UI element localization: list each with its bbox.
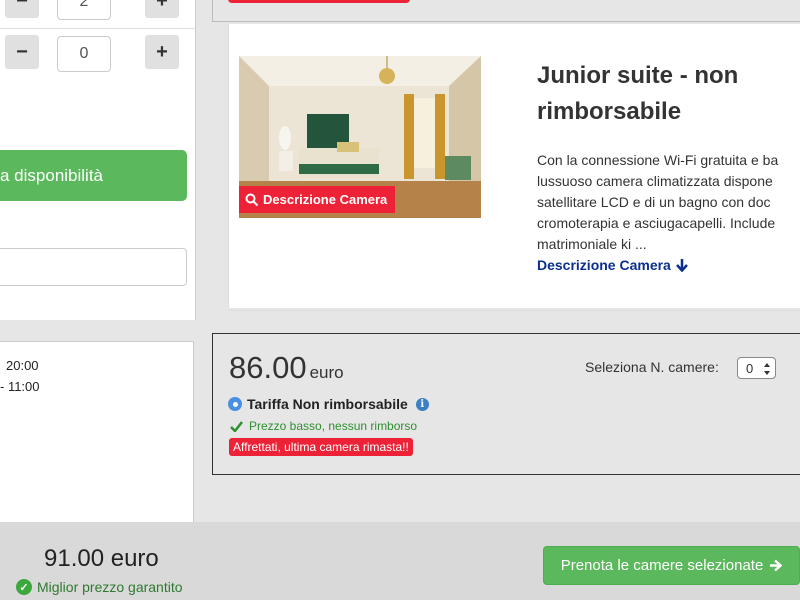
hotel-times-box: 20:00 - 11:00 (0, 341, 194, 524)
rooms-count-select[interactable]: 0 (737, 357, 776, 379)
description-line: satellitare LCD e di un bagno con doc (537, 194, 771, 210)
arrow-right-icon (770, 559, 783, 572)
description-line: matrimoniale ki ... (537, 236, 647, 252)
rate-option[interactable]: Tariffa Non rimborsabile i (228, 396, 429, 412)
room-description: Con la connessione Wi-Fi gratuita e ba l… (537, 150, 800, 255)
description-line: cromoterapia e asciugacapelli. Include (537, 215, 776, 231)
rate-note: Prezzo basso, nessun rimborso (230, 419, 417, 433)
select-arrows-icon (764, 363, 770, 375)
total-price: 91.00 euro (44, 545, 159, 572)
rate-price-value: 86.00 (229, 350, 307, 385)
check-icon (230, 420, 243, 432)
decrease-button-top[interactable]: − (5, 0, 39, 18)
quantity-field-top[interactable]: 2 (57, 0, 111, 20)
room-description-link[interactable]: Descrizione Camera (537, 257, 688, 273)
arrow-down-icon (675, 259, 688, 272)
last-room-alert: Affrettati, ultima camera rimasta!! (229, 438, 413, 456)
check-out-time: - 11:00 (0, 379, 40, 394)
room-title: Junior suite - non rimborsabile (537, 62, 739, 125)
description-line: lussuoso camera climatizzata dispone (537, 173, 773, 189)
photo-description-button[interactable]: Descrizione Camera (239, 186, 396, 213)
best-price-badge: ✓ Miglior prezzo garantito (16, 579, 183, 595)
previous-rate-box (212, 0, 800, 22)
check-availability-button[interactable]: a disponibilità (0, 150, 187, 201)
info-icon[interactable]: i (415, 397, 429, 411)
check-in-time: 20:00 (6, 358, 39, 373)
rate-price: 86.00 euro (229, 350, 344, 386)
quantity-field[interactable]: 0 (57, 36, 111, 72)
description-line: Con la connessione Wi-Fi gratuita e ba (537, 152, 779, 168)
increase-button-top[interactable]: + (145, 0, 179, 18)
book-rooms-button[interactable]: Prenota le camere selezionate (543, 546, 800, 585)
previous-alert-badge (228, 0, 410, 3)
promo-code-input[interactable] (0, 248, 187, 286)
rooms-select-label: Seleziona N. camere: (585, 359, 719, 375)
rate-currency: euro (309, 363, 344, 382)
check-circle-icon: ✓ (16, 579, 32, 595)
radio-selected-icon[interactable] (228, 397, 242, 411)
search-icon (245, 193, 259, 206)
rate-name: Tariffa Non rimborsabile (247, 396, 408, 412)
decrease-button[interactable]: − (5, 35, 39, 69)
divider (0, 28, 196, 29)
divider (228, 310, 800, 311)
increase-button[interactable]: + (145, 35, 179, 69)
